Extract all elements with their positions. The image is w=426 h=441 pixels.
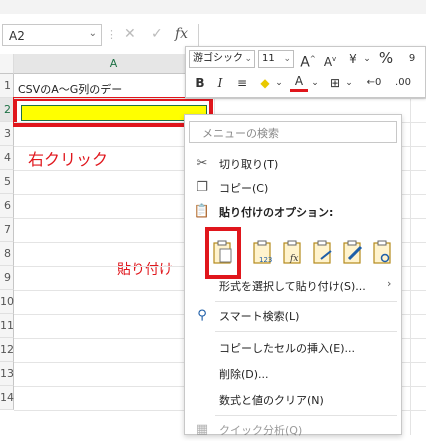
chevron-right-icon: › (387, 277, 392, 290)
svg-text:123: 123 (259, 256, 272, 264)
mini-toolbar: 游ゴシック ⌄ 11 ⌄ A^ Av ¥ ⌄ % 9 B I ≡ ◆ ⌄ A ⌄… (185, 46, 426, 98)
ribbon-strip (0, 0, 426, 15)
menu-item-cut-label: 切り取り(T) (219, 158, 279, 171)
column-header-a[interactable]: A (14, 54, 214, 74)
menu-separator (215, 331, 397, 332)
search-icon: ⚲ (197, 308, 207, 323)
italic-button[interactable]: I (212, 74, 228, 92)
dots-icon: ⋮ (106, 28, 117, 41)
selected-cell-fill (21, 105, 207, 121)
paste-option-highlight (205, 227, 241, 279)
font-name-dropdown[interactable]: 游ゴシック ⌄ (189, 50, 255, 68)
column-divider (410, 74, 411, 435)
chevron-down-icon[interactable]: ⌄ (310, 74, 320, 92)
menu-item-delete-label: 削除(D)... (219, 368, 269, 381)
menu-item-clear[interactable]: 数式と値のクリア(N) (185, 389, 401, 411)
row-header[interactable]: 8 (0, 242, 14, 266)
menu-item-insert-copied[interactable]: コピーしたセルの挿入(E)... (185, 337, 401, 359)
bold-button[interactable]: B (192, 74, 208, 92)
row-header[interactable]: 1 (0, 74, 14, 98)
row-header[interactable]: 11 (0, 314, 14, 338)
paste-formulas-icon[interactable]: fx (281, 239, 305, 265)
menu-item-copy-label: コピー(C) (219, 182, 269, 195)
row-header[interactable]: 10 (0, 290, 14, 314)
chevron-down-icon: ⌄ (244, 54, 252, 64)
cell-a1-text[interactable]: CSVのA～G列のデー (18, 81, 122, 97)
paste-values-icon[interactable]: 123 (251, 239, 275, 265)
menu-item-cut[interactable]: ✂ 切り取り(T) (185, 153, 401, 175)
quick-analysis-icon: ▦ (195, 422, 209, 437)
row-header[interactable]: 5 (0, 170, 14, 194)
copy-icon: ❐ (196, 180, 208, 195)
chevron-down-icon[interactable]: ⌄ (362, 50, 372, 68)
align-center-icon[interactable]: ≡ (232, 74, 252, 92)
paste-formatting-icon[interactable] (341, 239, 365, 265)
menu-separator (215, 415, 397, 416)
enter-icon[interactable]: ✓ (151, 26, 163, 42)
paste-transpose-icon[interactable] (311, 239, 335, 265)
menu-item-insert-copied-label: コピーしたセルの挿入(E)... (219, 342, 356, 355)
svg-text:fx: fx (289, 254, 298, 264)
row-header[interactable]: 14 (0, 386, 14, 410)
menu-item-quick-analysis-label: クイック分析(Q) (219, 424, 303, 437)
row-header[interactable]: 12 (0, 338, 14, 362)
row-header[interactable]: 6 (0, 194, 14, 218)
menu-item-paste-special[interactable]: 形式を選択して貼り付け(S)... › (185, 275, 401, 297)
font-color-icon[interactable]: A (290, 73, 308, 92)
row-header[interactable]: 9 (0, 266, 14, 290)
fill-color-icon[interactable]: ◆ (256, 74, 274, 92)
menu-item-clear-label: 数式と値のクリア(N) (219, 394, 324, 407)
chevron-down-icon[interactable]: ⌄ (89, 28, 97, 39)
font-size-dropdown[interactable]: 11 ⌄ (258, 50, 294, 68)
chevron-down-icon: ⌄ (283, 54, 291, 64)
increase-decimal-icon[interactable]: ←0 (362, 74, 386, 92)
menu-item-quick-analysis[interactable]: ▦ クイック分析(Q) (185, 419, 401, 441)
menu-separator (215, 301, 397, 302)
menu-item-smart-lookup-label: スマート検索(L) (219, 310, 300, 323)
percent-style-icon[interactable]: % (376, 49, 396, 67)
menu-item-delete[interactable]: 削除(D)... (185, 363, 401, 385)
right-click-annotation: 右クリック (28, 150, 109, 169)
borders-icon[interactable]: ⊞ (326, 74, 344, 92)
row-divider (14, 98, 426, 99)
menu-item-copy[interactable]: ❐ コピー(C) (185, 177, 401, 199)
row-header[interactable]: 2 (0, 98, 14, 122)
name-box-value: A2 (9, 29, 25, 43)
select-all-corner[interactable] (0, 54, 14, 74)
shrink-font-icon[interactable]: Av (320, 50, 340, 71)
decrease-decimal-icon[interactable]: .00 (390, 74, 416, 92)
menu-item-smart-lookup[interactable]: ⚲ スマート検索(L) (185, 305, 401, 327)
chevron-down-icon[interactable]: ⌄ (344, 74, 354, 92)
context-menu: メニューの検索 ✂ 切り取り(T) ❐ コピー(C) 📋 貼り付けのオプション:… (184, 114, 402, 437)
currency-format-icon[interactable]: ¥ (344, 50, 362, 68)
chevron-down-icon[interactable]: ⌄ (274, 74, 284, 92)
font-size-value: 11 (262, 53, 275, 64)
menu-search-input[interactable]: メニューの検索 (189, 121, 397, 143)
menu-search-placeholder: メニューの検索 (202, 127, 279, 140)
row-header[interactable]: 7 (0, 218, 14, 242)
formula-input[interactable] (198, 24, 426, 46)
font-name-value: 游ゴシック (193, 53, 243, 64)
paste-options-header: 📋 貼り付けのオプション: (185, 201, 401, 223)
menu-item-paste-special-label: 形式を選択して貼り付け(S)... (219, 280, 366, 293)
insert-function-icon[interactable]: fx (175, 26, 188, 42)
row-header[interactable]: 13 (0, 362, 14, 386)
comma-style-icon[interactable]: 9 (402, 50, 422, 68)
grow-font-icon[interactable]: A^ (298, 50, 318, 72)
scissors-icon: ✂ (196, 156, 208, 171)
paste-options-label: 貼り付けのオプション: (219, 206, 334, 219)
row-header[interactable]: 3 (0, 122, 14, 146)
paste-annotation: 貼り付け (117, 262, 173, 278)
paste-link-icon[interactable] (371, 239, 395, 265)
cancel-icon[interactable]: ✕ (124, 26, 136, 42)
name-box[interactable]: A2 ⌄ (2, 24, 102, 46)
row-header[interactable]: 4 (0, 146, 14, 170)
clipboard-icon: 📋 (193, 204, 211, 219)
